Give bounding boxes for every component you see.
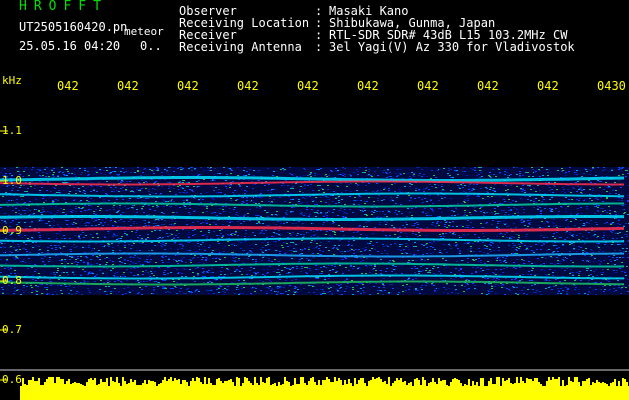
freq-tick: 0.6 <box>2 373 22 386</box>
khz-axis-label: kHz <box>2 74 22 87</box>
time-tick: 042 <box>177 79 199 93</box>
freq-tick: 1.0 <box>2 174 22 187</box>
spectrogram-window: HROFFT UT2505160420.pn meteor 25.05.16 0… <box>0 0 629 400</box>
status-dots: 0.. <box>140 39 162 53</box>
time-tick: 042 <box>417 79 439 93</box>
time-tick: 042 <box>237 79 259 93</box>
freq-tick: 0.8 <box>2 274 22 287</box>
freq-tick: 1.1 <box>2 124 22 137</box>
time-tick: 042 <box>477 79 499 93</box>
antenna-sep: : <box>315 40 323 54</box>
power-bar-layer <box>0 369 629 400</box>
datetime: 25.05.16 04:20 <box>19 39 121 53</box>
time-tick: 0430 <box>597 79 626 93</box>
time-tick: 042 <box>357 79 379 93</box>
meteor-tag: meteor <box>124 25 164 38</box>
spectrogram-plot <box>0 130 629 400</box>
freq-tick: 0.7 <box>2 323 22 336</box>
time-tick: 042 <box>117 79 139 93</box>
freq-tick: 0.9 <box>2 224 22 237</box>
time-tick: 042 <box>537 79 559 93</box>
app-title: HROFFT <box>19 0 108 14</box>
antenna-value: 3el Yagi(V) Az 330 for Vladivostok <box>329 40 575 54</box>
time-tick: 042 <box>297 79 319 93</box>
time-tick: 042 <box>57 79 79 93</box>
antenna-label: Receiving Antenna <box>179 40 302 54</box>
filename: UT2505160420.pn <box>19 20 128 34</box>
